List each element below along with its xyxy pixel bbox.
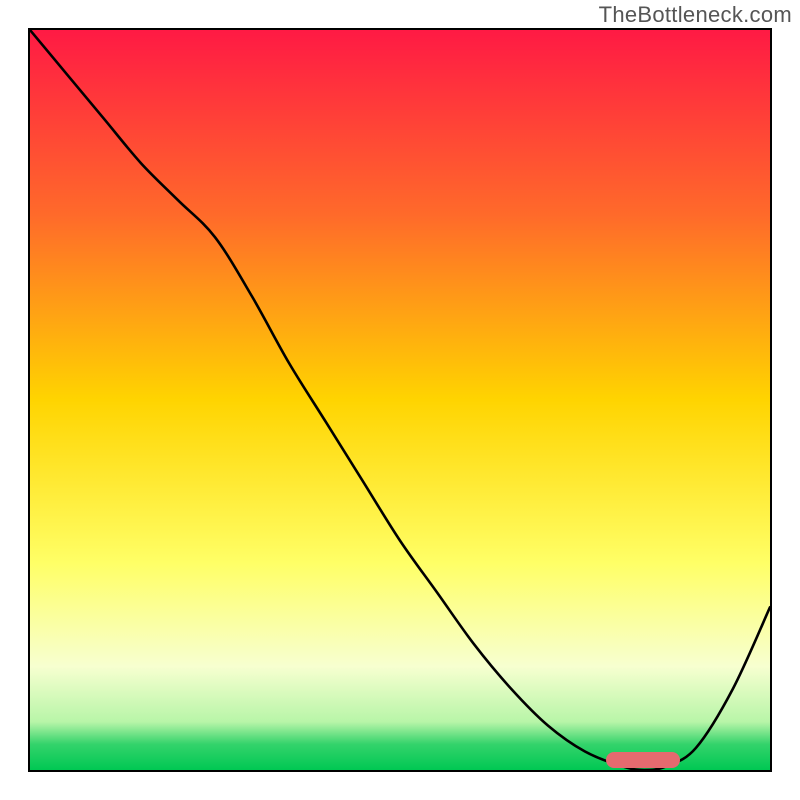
figure-root: TheBottleneck.com xyxy=(0,0,800,800)
bottleneck-curve xyxy=(30,30,770,770)
watermark-text: TheBottleneck.com xyxy=(599,2,792,28)
optimal-range-marker xyxy=(606,752,680,768)
plot-area xyxy=(28,28,772,772)
